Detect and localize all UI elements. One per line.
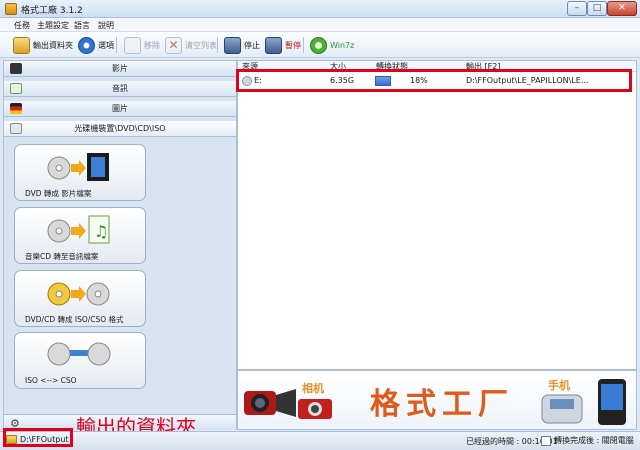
gear-icon: ⚙	[10, 417, 20, 430]
column-source[interactable]: 來源	[242, 61, 258, 72]
menu-skin[interactable]: 主題設定	[37, 20, 69, 31]
menu-task[interactable]: 任務	[14, 20, 30, 31]
svg-text:♫: ♫	[94, 222, 108, 241]
column-size[interactable]: 大小	[330, 61, 346, 72]
category-video[interactable]: 影片	[4, 61, 236, 77]
column-output[interactable]: 輸出 [F2]	[466, 61, 500, 72]
music-note-icon	[10, 83, 22, 94]
table-row[interactable]: E: 6.35G 18% D:\FFOutput\LE_PAPILLON\LE.…	[238, 73, 636, 89]
column-status[interactable]: 轉換狀態	[376, 61, 408, 72]
picture-icon	[10, 103, 22, 114]
menu-language[interactable]: 語言	[74, 20, 90, 31]
remove-icon	[124, 36, 141, 54]
status-bar: D:\FFOutput 已經過的時間 : 00:16:01 轉換完成後 : 關閉…	[0, 431, 640, 450]
audio-cd-to-file-card[interactable]: ♫ 音樂CD 轉至音訊檔案	[14, 207, 146, 264]
dvd-to-iso-icon	[47, 282, 110, 306]
stop-button[interactable]: 停止	[224, 35, 260, 55]
disc-icon	[242, 76, 252, 86]
phone-icon	[541, 394, 583, 424]
dvd-to-iso-card[interactable]: DVD/CD 轉成 ISO/CSO 格式	[14, 270, 146, 327]
menu-help[interactable]: 說明	[98, 20, 114, 31]
pause-button[interactable]: 暫停	[265, 35, 301, 55]
smartphone-icon	[598, 379, 626, 425]
win7z-button[interactable]: Win7z	[310, 35, 354, 55]
iso-cso-icon	[47, 342, 111, 366]
card-label: ISO <--> CSO	[25, 376, 77, 385]
promo-banner: 相机 格式工厂 手机	[237, 370, 637, 430]
toolbar-separator	[217, 37, 218, 53]
toolbar-separator	[303, 37, 304, 53]
output-folder-path[interactable]: D:\FFOutput	[6, 435, 69, 444]
brand-logo: 格式工厂	[370, 387, 514, 422]
dvd-to-video-icon	[47, 153, 109, 181]
progress-bar	[375, 76, 391, 86]
disc-drive-icon	[10, 123, 22, 134]
category-audio[interactable]: 音訊	[4, 81, 236, 97]
output-folder-button[interactable]: 輸出資料夾	[13, 35, 73, 55]
stop-icon	[224, 36, 241, 54]
task-list-header: 來源 大小 轉換狀態 輸出 [F2]	[238, 61, 636, 72]
pause-icon	[265, 36, 282, 54]
dvd-to-video-card[interactable]: DVD 轉成 影片檔案	[14, 144, 146, 201]
card-label: DVD/CD 轉成 ISO/CSO 格式	[25, 315, 124, 324]
category-picture[interactable]: 圖片	[4, 101, 236, 117]
title-bar: 格式工廠 3.1.2 – □ ✕	[0, 0, 640, 18]
row-size: 6.35G	[330, 76, 355, 85]
toolbar-separator	[116, 37, 117, 53]
remove-button[interactable]: 移除	[124, 35, 160, 55]
close-button[interactable]: ✕	[607, 1, 637, 16]
options-icon	[78, 36, 95, 54]
card-label: DVD 轉成 影片檔案	[25, 189, 92, 198]
card-label: 音樂CD 轉至音訊檔案	[25, 252, 99, 261]
category-rom-device[interactable]: 光碟機裝置\DVD\CD\ISO	[4, 121, 236, 137]
row-source: E:	[254, 76, 262, 85]
shutdown-checkbox[interactable]	[541, 435, 551, 446]
camcorder-icon	[244, 389, 296, 417]
window-title: 格式工廠 3.1.2	[21, 6, 83, 16]
menu-bar: 任務 主題設定 語言 說明	[0, 18, 640, 32]
cd-to-audio-icon: ♫	[47, 215, 110, 244]
folder-icon	[13, 36, 30, 54]
camera-icon	[298, 399, 332, 419]
task-list: 來源 大小 轉換狀態 輸出 [F2] E: 6.35G 18% D:\FFOut…	[237, 60, 637, 370]
camera-label: 相机	[302, 382, 324, 395]
row-status: 18%	[410, 76, 428, 85]
category-panel: 影片 音訊 圖片 光碟機裝置\DVD\CD\ISO DVD 轉成 影片檔案 ♫ …	[3, 60, 237, 430]
toolbar: 輸出資料夾 選項 移除 ✕ 清空列表 停止 暫停 Win7z	[0, 32, 640, 58]
clear-list-icon: ✕	[165, 36, 182, 54]
app-icon	[5, 3, 17, 15]
options-button[interactable]: 選項	[78, 35, 114, 55]
shutdown-after-convert[interactable]: 轉換完成後 : 關閉電腦	[541, 435, 634, 446]
film-icon	[10, 63, 22, 74]
row-output: D:\FFOutput\LE_PAPILLON\LE...	[466, 76, 589, 85]
maximize-button[interactable]: □	[587, 1, 607, 16]
clear-list-button[interactable]: ✕ 清空列表	[165, 35, 217, 55]
minimize-button[interactable]: –	[567, 1, 587, 16]
win7z-icon	[310, 36, 327, 54]
iso-cso-card[interactable]: ISO <--> CSO	[14, 332, 146, 389]
folder-icon	[6, 435, 17, 444]
